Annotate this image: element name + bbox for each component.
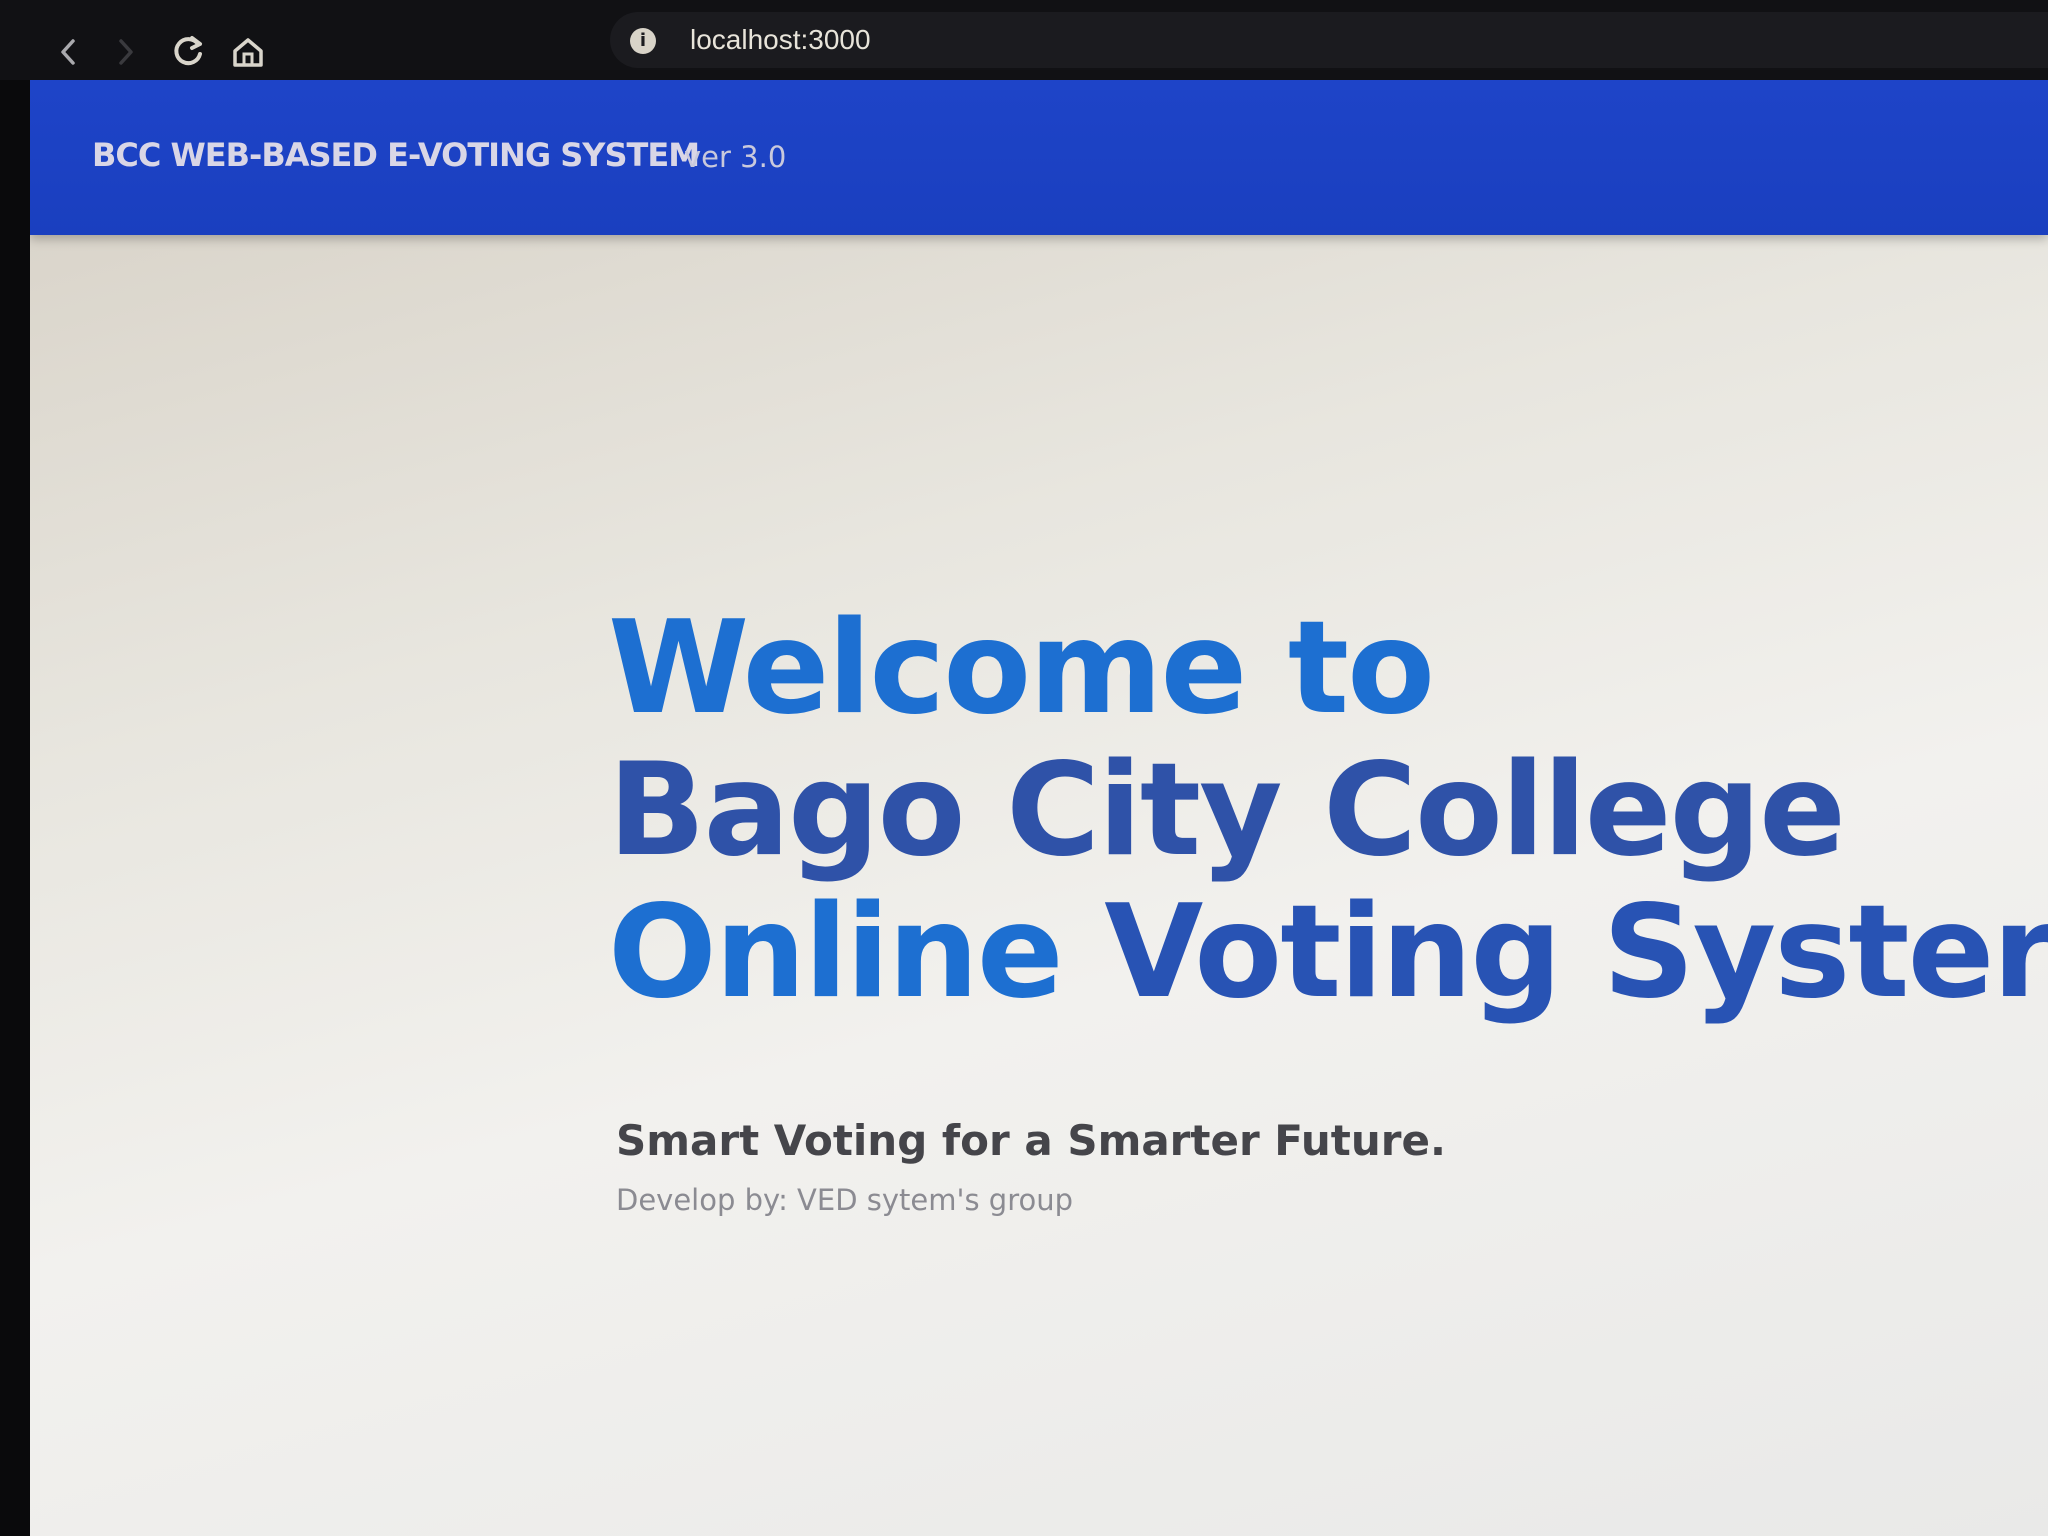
info-icon[interactable]: i xyxy=(630,28,656,54)
screen-bezel xyxy=(0,80,30,1536)
url-text[interactable]: localhost:3000 xyxy=(690,24,871,56)
reload-icon[interactable] xyxy=(168,32,208,72)
hero-heading-line-2: Bago City College xyxy=(608,736,1846,885)
app-title: BCC WEB-BASED E-VOTING SYSTEM xyxy=(92,136,700,174)
page-viewport: BCC WEB-BASED E-VOTING SYSTEM ver 3.0 We… xyxy=(30,80,2048,1536)
back-icon[interactable] xyxy=(48,32,88,72)
address-bar[interactable]: i localhost:3000 xyxy=(610,12,2048,68)
hero-heading-word-online: Online xyxy=(608,878,1105,1027)
developer-credit: Develop by: VED sytem's group xyxy=(616,1183,1074,1217)
hero-heading-word-voting: Voting xyxy=(1104,878,1603,1027)
app-version: ver 3.0 xyxy=(684,140,787,174)
hero-heading-word-system: Syster xyxy=(1602,878,2048,1027)
browser-toolbar: i localhost:3000 xyxy=(0,0,2048,90)
home-icon[interactable] xyxy=(228,32,268,72)
tagline: Smart Voting for a Smarter Future. xyxy=(616,1116,1446,1165)
forward-icon[interactable] xyxy=(106,32,146,72)
hero-heading-line-1: Welcome to xyxy=(608,594,1435,743)
hero-section: Welcome to Bago City College Online Voti… xyxy=(608,594,2048,1218)
hero-heading-line-3: Online Voting Syster xyxy=(608,882,2048,1024)
app-header: BCC WEB-BASED E-VOTING SYSTEM ver 3.0 xyxy=(30,80,2048,235)
screen: i localhost:3000 BCC WEB-BASED E-VOTING … xyxy=(0,0,2048,1536)
